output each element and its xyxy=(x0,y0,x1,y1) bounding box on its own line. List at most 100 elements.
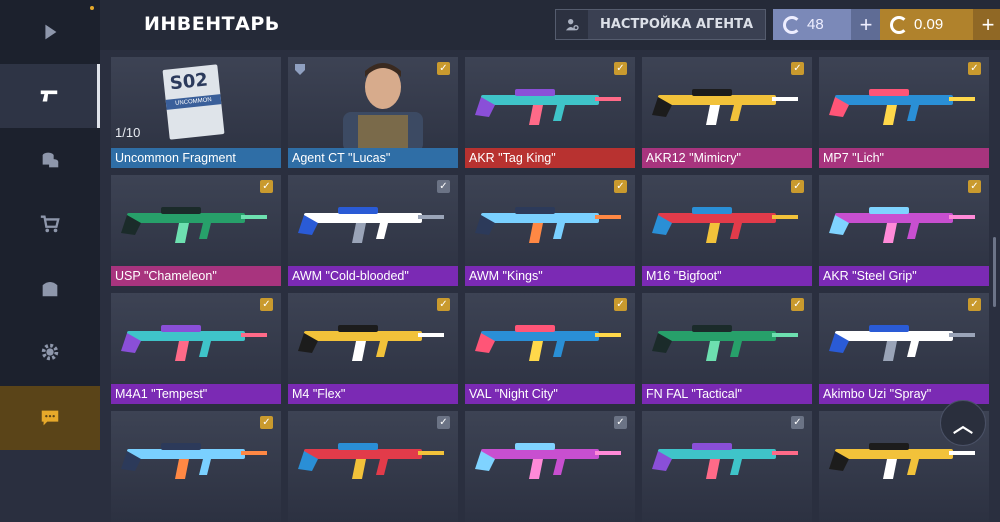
item-label: MP7 "Lich" xyxy=(819,148,989,168)
agent-settings-button[interactable]: НАСТРОЙКА АГЕНТА xyxy=(555,9,766,40)
checkbox[interactable]: ✓ xyxy=(614,416,627,429)
inventory-item[interactable]: ✓ MP7 "Lich" xyxy=(819,57,989,168)
chat-icon xyxy=(41,410,59,426)
selected-checkbox[interactable]: ✓ xyxy=(260,298,273,311)
add-gold-button[interactable]: + xyxy=(973,9,1000,40)
weapon-image xyxy=(652,207,798,243)
fragment-rarity: UNCOMMON xyxy=(165,94,222,110)
selected-checkbox[interactable]: ✓ xyxy=(791,298,804,311)
gold-currency: 0.09 + xyxy=(880,9,1000,40)
sidebar-item-settings[interactable] xyxy=(0,320,100,384)
inventory-item[interactable]: ✓ Agent CT "Lucas" xyxy=(288,57,458,168)
scrollbar[interactable] xyxy=(993,237,996,307)
selected-checkbox[interactable]: ✓ xyxy=(260,180,273,193)
selected-checkbox[interactable]: ✓ xyxy=(614,62,627,75)
weapon-image xyxy=(652,89,798,125)
checkbox[interactable]: ✓ xyxy=(437,180,450,193)
selected-checkbox[interactable]: ✓ xyxy=(437,62,450,75)
gear-icon xyxy=(41,343,59,361)
sidebar-item-shop[interactable] xyxy=(0,192,100,256)
weapon-image xyxy=(475,207,621,243)
item-label: M4A1 "Tempest" xyxy=(111,384,281,404)
item-label: USP "Chameleon" xyxy=(111,266,281,286)
inventory-item[interactable]: ✓ Akimbo Uzi "Spray" xyxy=(819,293,989,404)
item-label: AWM "Cold-blooded" xyxy=(288,266,458,286)
item-label: VAL "Night City" xyxy=(465,384,635,404)
inventory-item[interactable]: ✓ M4A1 "Tempest" xyxy=(111,293,281,404)
add-silver-button[interactable]: + xyxy=(851,9,881,40)
weapon-image xyxy=(652,325,798,361)
inventory-item[interactable]: ✓ xyxy=(465,411,635,522)
selected-checkbox[interactable]: ✓ xyxy=(968,298,981,311)
agent-settings-label: НАСТРОЙКА АГЕНТА xyxy=(599,17,754,32)
inventory-item[interactable]: ✓ AKR "Steel Grip" xyxy=(819,175,989,286)
inventory-item[interactable]: ✓ AWM "Kings" xyxy=(465,175,635,286)
selected-checkbox[interactable]: ✓ xyxy=(968,62,981,75)
fragment-image: S02 UNCOMMON xyxy=(162,64,225,140)
weapon-image xyxy=(298,443,444,479)
item-label: FN FAL "Tactical" xyxy=(642,384,812,404)
weapon-image xyxy=(475,325,621,361)
inventory-item[interactable]: ✓ xyxy=(111,411,281,522)
ct-shield-icon xyxy=(295,64,305,75)
weapon-image xyxy=(475,443,621,479)
item-label: AKR "Tag King" xyxy=(465,148,635,168)
scroll-up-button[interactable]: ︿ xyxy=(940,400,986,446)
page-title: ИНВЕНТАРЬ xyxy=(144,13,280,35)
inventory-item[interactable]: ✓ AKR "Tag King" xyxy=(465,57,635,168)
top-bar: ИНВЕНТАРЬ НАСТРОЙКА АГЕНТА 48 + 0.09 + xyxy=(100,0,1000,50)
gold-coin-icon xyxy=(890,15,908,34)
gold-balance: 0.09 xyxy=(914,16,944,33)
weapon-image xyxy=(121,207,267,243)
weapon-image xyxy=(298,207,444,243)
sidebar-item-coins[interactable] xyxy=(0,128,100,192)
gift-icon xyxy=(42,282,58,297)
play-icon xyxy=(45,24,57,40)
silver-coin-icon xyxy=(783,15,801,34)
sidebar-item-chat[interactable] xyxy=(0,386,100,450)
weapon-image xyxy=(652,443,798,479)
weapon-image xyxy=(829,325,975,361)
inventory-item[interactable]: S02 UNCOMMON 1/10 Uncommon Fragment xyxy=(111,57,281,168)
inventory-item[interactable]: ✓ VAL "Night City" xyxy=(465,293,635,404)
weapon-image xyxy=(829,89,975,125)
weapon-image xyxy=(475,89,621,125)
inventory-item[interactable]: ✓ xyxy=(288,411,458,522)
weapon-image xyxy=(121,443,267,479)
inventory-item[interactable]: ✓ USP "Chameleon" xyxy=(111,175,281,286)
sidebar-item-cases[interactable] xyxy=(0,256,100,320)
item-label: M16 "Bigfoot" xyxy=(642,266,812,286)
selected-checkbox[interactable]: ✓ xyxy=(614,298,627,311)
coins-icon xyxy=(42,152,59,168)
item-label: Agent CT "Lucas" xyxy=(288,148,458,168)
selected-checkbox[interactable]: ✓ xyxy=(791,180,804,193)
inventory-item[interactable]: ✓ AWM "Cold-blooded" xyxy=(288,175,458,286)
checkbox[interactable]: ✓ xyxy=(791,416,804,429)
selected-checkbox[interactable]: ✓ xyxy=(791,62,804,75)
item-label: AKR12 "Mimicry" xyxy=(642,148,812,168)
weapon-image xyxy=(121,325,267,361)
selected-checkbox[interactable]: ✓ xyxy=(614,180,627,193)
inventory-item[interactable]: ✓ M16 "Bigfoot" xyxy=(642,175,812,286)
inventory-item[interactable]: ✓ AKR12 "Mimicry" xyxy=(642,57,812,168)
cart-icon xyxy=(40,215,60,233)
silver-balance: 48 xyxy=(807,16,824,33)
weapon-image xyxy=(298,325,444,361)
fragment-count: 1/10 xyxy=(115,125,141,140)
sidebar xyxy=(0,0,100,450)
sidebar-item-inventory[interactable] xyxy=(0,64,100,128)
selected-checkbox[interactable]: ✓ xyxy=(968,180,981,193)
item-label: Uncommon Fragment xyxy=(111,148,281,168)
pistol-icon xyxy=(40,90,57,102)
silver-currency: 48 + xyxy=(773,9,881,40)
inventory-item[interactable]: ✓ M4 "Flex" xyxy=(288,293,458,404)
item-label: AKR "Steel Grip" xyxy=(819,266,989,286)
selected-checkbox[interactable]: ✓ xyxy=(260,416,273,429)
agent-portrait xyxy=(343,63,423,149)
item-label: M4 "Flex" xyxy=(288,384,458,404)
selected-checkbox[interactable]: ✓ xyxy=(437,298,450,311)
sidebar-item-play[interactable] xyxy=(0,0,100,64)
checkbox[interactable]: ✓ xyxy=(437,416,450,429)
inventory-item[interactable]: ✓ xyxy=(642,411,812,522)
inventory-item[interactable]: ✓ FN FAL "Tactical" xyxy=(642,293,812,404)
